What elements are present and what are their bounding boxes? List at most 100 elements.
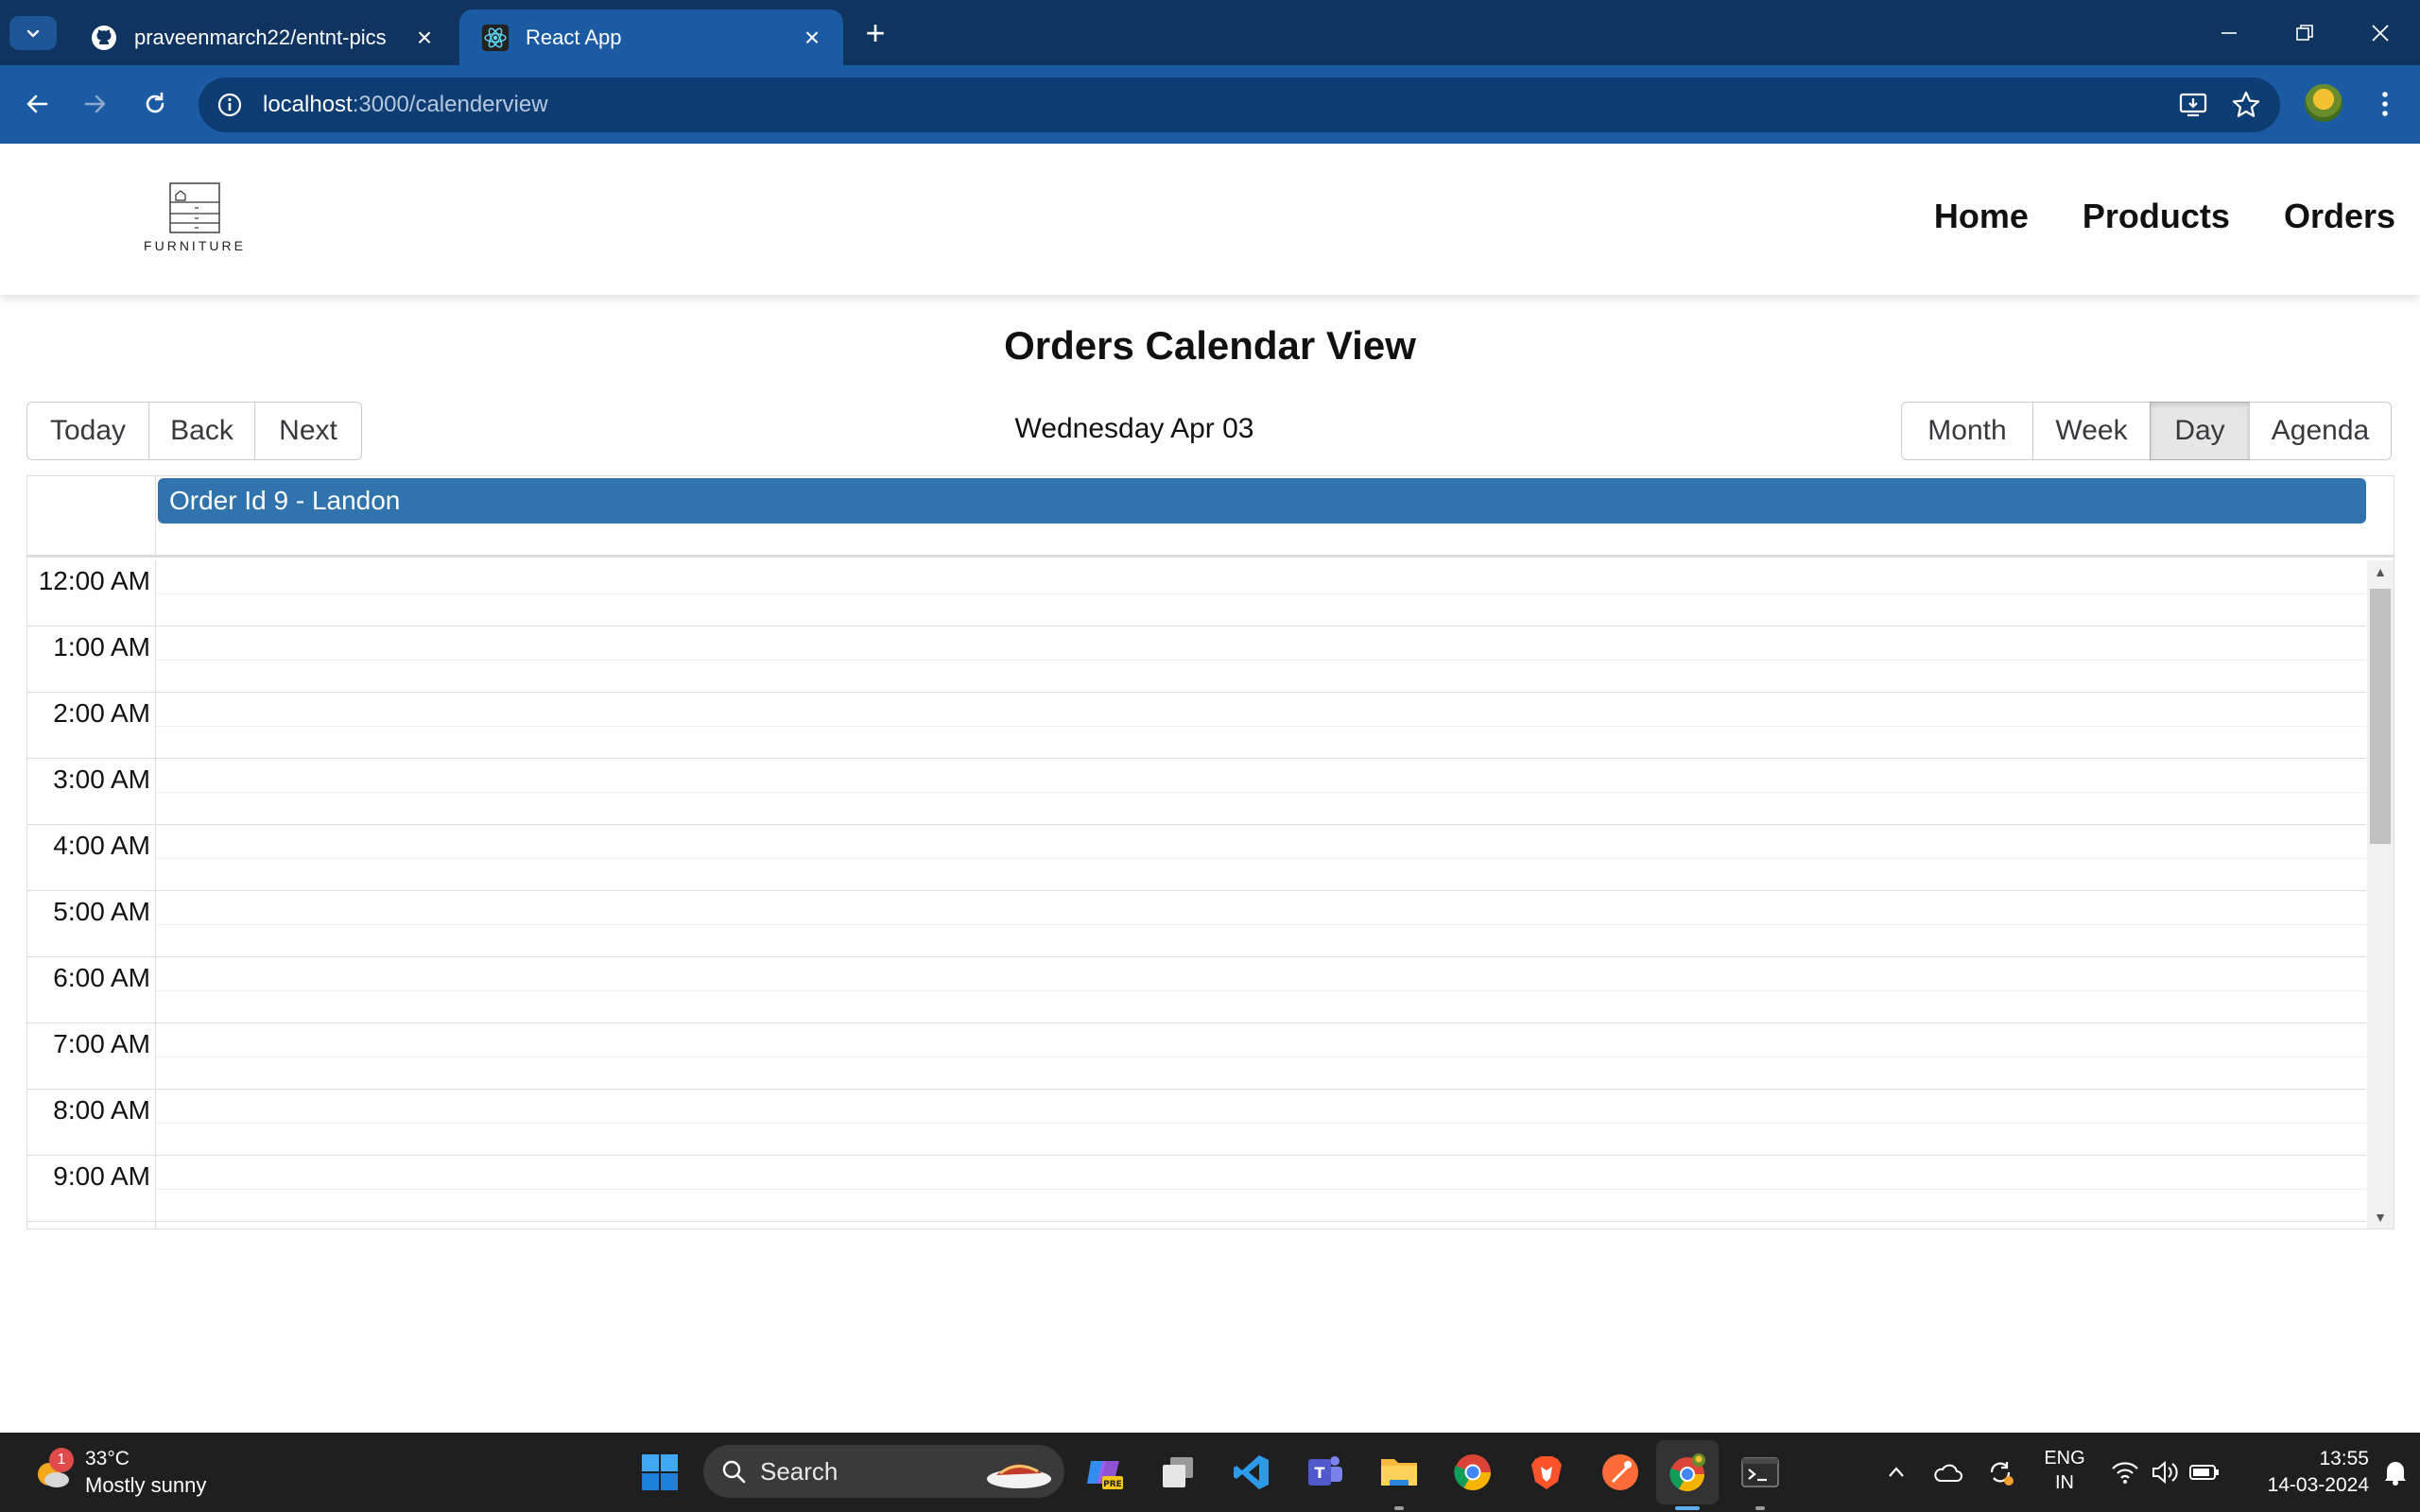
running-indicator [1394, 1506, 1404, 1510]
weather-widget[interactable]: 1 33°C Mostly sunny [32, 1446, 206, 1499]
calendar-time-grid: Order Id 9 - Landon 9:00 AM 8:00 AM 7:00 A… [26, 475, 2394, 1229]
chrome-profile-icon[interactable] [1661, 1446, 1714, 1499]
time-slot-row[interactable]: 1:00 AM [27, 627, 2366, 693]
browser-tab-github[interactable]: praveenmarch22/entnt-pics × [68, 9, 456, 65]
clock-time: 13:55 [2319, 1448, 2369, 1469]
time-gutter [27, 560, 156, 1228]
scroll-up-arrow-icon[interactable]: ▲ [2367, 562, 2394, 581]
onedrive-icon[interactable] [1927, 1446, 1968, 1499]
file-explorer-icon[interactable] [1373, 1446, 1426, 1499]
view-week-button[interactable]: Week [2032, 402, 2151, 460]
time-slots-area[interactable]: 9:00 AM 8:00 AM 7:00 AM 6:00 AM 5:00 AM 4:00 … [27, 560, 2394, 1228]
battery-icon[interactable] [2186, 1446, 2223, 1499]
nav-home-link[interactable]: Home [1934, 197, 2029, 236]
lang-region: IN [2055, 1472, 2074, 1493]
terminal-icon[interactable] [1734, 1446, 1787, 1499]
search-label: Search [760, 1456, 838, 1486]
address-bar[interactable]: localhost:3000/calenderview [199, 77, 2280, 132]
teams-icon[interactable]: T [1299, 1446, 1352, 1499]
today-button[interactable]: Today [26, 402, 149, 460]
view-month-button[interactable]: Month [1901, 402, 2033, 460]
tab-search-button[interactable] [9, 16, 57, 50]
time-slot-row[interactable]: 6:00 AM [27, 957, 2366, 1023]
half-hour-line [156, 593, 2366, 594]
chrome-icon[interactable] [1446, 1446, 1499, 1499]
view-agenda-button[interactable]: Agenda [2249, 402, 2392, 460]
calendar-nav-group: Today Back Next [26, 402, 362, 460]
nav-orders-link[interactable]: Orders [2284, 197, 2395, 236]
task-view-icon[interactable] [1151, 1446, 1204, 1499]
more-vertical-icon [2382, 92, 2388, 116]
bell-icon [2385, 1462, 2406, 1486]
show-hidden-icons-button[interactable] [1877, 1446, 1915, 1499]
close-tab-icon[interactable]: × [798, 23, 826, 52]
time-slot-row[interactable]: 7:00 AM [27, 1023, 2366, 1090]
tab-title: React App [526, 25, 622, 49]
github-icon [91, 25, 117, 51]
site-logo[interactable]: FURNITURE [142, 181, 248, 257]
view-day-button[interactable]: Day [2150, 402, 2250, 460]
half-hour-line [156, 990, 2366, 991]
half-hour-line [156, 1123, 2366, 1124]
browser-tab-strip: praveenmarch22/entnt-pics × React App × … [0, 0, 2420, 65]
browser-toolbar: localhost:3000/calenderview [0, 65, 2420, 144]
language-indicator[interactable]: ENG IN [2038, 1446, 2091, 1495]
half-hour-line [156, 660, 2366, 661]
all-day-row: Order Id 9 - Landon [27, 476, 2394, 558]
time-slot-row[interactable]: 2:00 AM [27, 693, 2366, 759]
system-clock[interactable]: 13:55 14-03-2024 [2237, 1446, 2369, 1499]
svg-text:T: T [1315, 1464, 1325, 1482]
close-window-button[interactable] [2342, 0, 2418, 65]
windows-icon [642, 1454, 678, 1490]
wifi-icon[interactable] [2106, 1446, 2144, 1499]
windows-taskbar: 1 33°C Mostly sunny Search PRE T ENG IN … [0, 1433, 2420, 1512]
back-nav-button[interactable]: Back [148, 402, 255, 460]
calendar-view-group: Month Week Day Agenda [1901, 402, 2392, 460]
vscode-icon[interactable] [1225, 1446, 1278, 1499]
reload-button[interactable] [133, 82, 177, 126]
arrow-right-icon [84, 94, 106, 113]
weather-badge: 1 [49, 1448, 74, 1472]
minimize-button[interactable] [2191, 0, 2267, 65]
time-slot-row[interactable]: 3:00 AM [27, 759, 2366, 825]
back-button[interactable] [15, 82, 59, 126]
time-slot-row[interactable]: 8:00 AM [27, 1090, 2366, 1156]
clock-date: 14-03-2024 [2267, 1474, 2369, 1496]
postman-icon[interactable] [1594, 1446, 1647, 1499]
site-info-icon[interactable] [214, 89, 246, 121]
half-hour-line [156, 858, 2366, 859]
time-slot-row[interactable]: 9:00 AM [27, 1156, 2366, 1222]
time-slot-row[interactable]: 12:00 AM [27, 560, 2366, 627]
volume-icon[interactable] [2146, 1446, 2184, 1499]
browser-tab-react-app[interactable]: React App × [459, 9, 843, 65]
scrollbar-thumb[interactable] [2370, 589, 2391, 844]
nav-products-link[interactable]: Products [2083, 197, 2230, 236]
sync-icon[interactable] [1979, 1446, 2021, 1499]
next-nav-button[interactable]: Next [254, 402, 362, 460]
half-hour-line [156, 1189, 2366, 1190]
start-button[interactable] [633, 1446, 686, 1499]
profile-avatar[interactable] [2305, 84, 2342, 122]
install-app-button[interactable] [2170, 77, 2216, 132]
calendar-date-label: Wednesday Apr 03 [1014, 413, 1254, 444]
active-app-indicator [1675, 1506, 1700, 1510]
bookmark-button[interactable] [2223, 77, 2269, 132]
forward-button[interactable] [74, 82, 117, 126]
time-slot-row[interactable]: 4:00 AM [27, 825, 2366, 891]
restore-button[interactable] [2267, 0, 2342, 65]
copilot-app-icon[interactable]: PRE [1078, 1446, 1131, 1499]
half-hour-line [156, 792, 2366, 793]
close-tab-icon[interactable]: × [410, 23, 439, 52]
tab-title: praveenmarch22/entnt-pics [134, 25, 387, 49]
time-slot-row[interactable]: 5:00 AM [27, 891, 2366, 957]
brave-icon[interactable] [1520, 1446, 1573, 1499]
time-grid-scrollbar[interactable]: ▲ ▼ [2367, 560, 2394, 1228]
calendar-event[interactable]: Order Id 9 - Landon [158, 478, 2366, 524]
scroll-down-arrow-icon[interactable]: ▼ [2367, 1208, 2394, 1227]
react-icon [482, 24, 509, 51]
new-tab-button[interactable]: + [855, 13, 896, 52]
browser-menu-button[interactable] [2363, 82, 2407, 126]
notifications-icon[interactable] [2377, 1446, 2414, 1499]
weather-sun-icon: 1 [32, 1448, 74, 1493]
taskbar-search[interactable]: Search [703, 1445, 1064, 1498]
